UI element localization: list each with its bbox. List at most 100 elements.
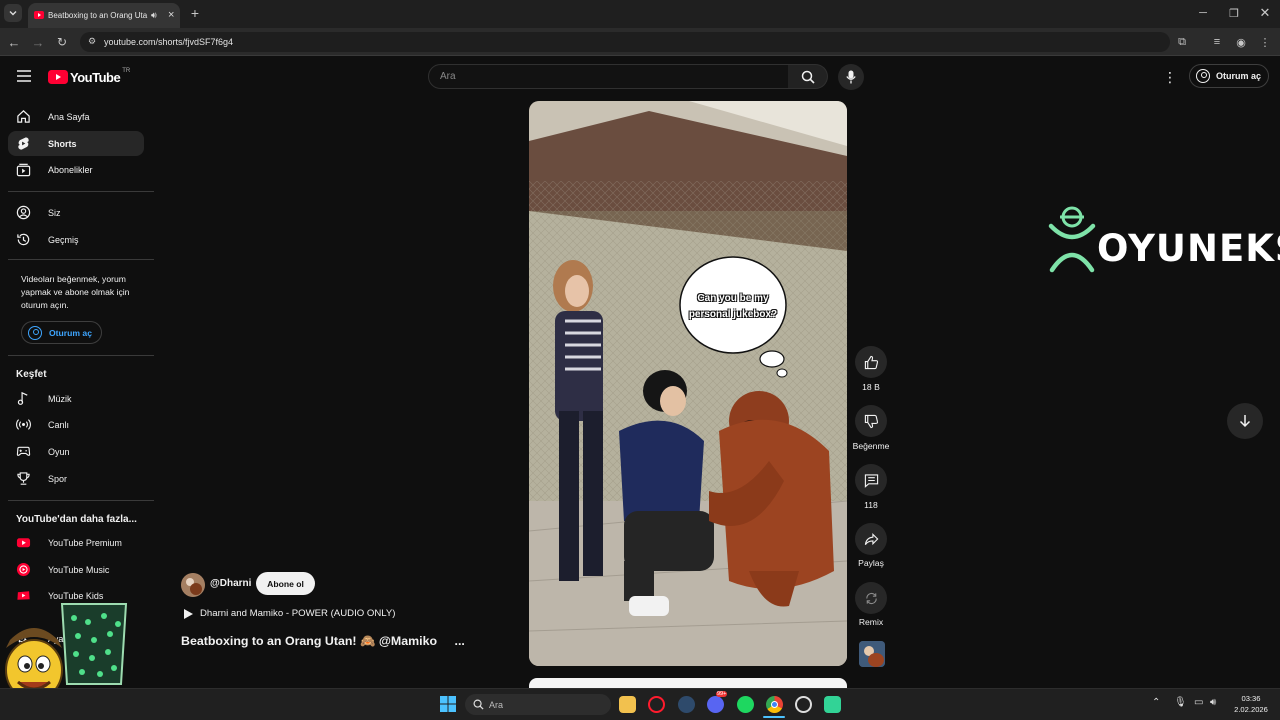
sidebar-signin-button[interactable]: Oturum aç [21, 321, 102, 344]
extensions-icon[interactable]: ⧉ [1172, 32, 1192, 52]
sidebar-item-gaming[interactable]: Oyun [8, 439, 144, 464]
file-explorer-icon[interactable] [619, 696, 636, 713]
share-button[interactable] [855, 523, 887, 555]
youtube-logo-icon [48, 70, 68, 84]
clock-time: 03:36 [1241, 694, 1261, 703]
forward-icon[interactable]: → [28, 32, 48, 52]
sidebar-item-youtube-premium[interactable]: YouTube Premium [8, 530, 144, 555]
microphone-tray-icon[interactable]: 🎙︎ [1174, 697, 1187, 708]
taskbar-search[interactable]: Ara [465, 694, 611, 715]
chrome-icon[interactable] [766, 696, 783, 713]
comments-button[interactable] [855, 464, 887, 496]
sidebar-divider [8, 500, 154, 501]
media-controls-icon[interactable]: ≡ [1207, 32, 1227, 52]
sidebar-item-label: Shorts [48, 138, 77, 149]
site-info-icon[interactable]: ⚙︎ [88, 36, 96, 47]
browser-tab-strip: Beatboxing to an Orang Uta 🔊︎ × + ─ ❐ ✕ [0, 0, 1280, 28]
sound-avatar-thumbnail[interactable] [859, 641, 885, 667]
signin-promo-text: Videoları beğenmek, yorum yapmak ve abon… [21, 274, 130, 310]
windows-start-icon[interactable] [440, 696, 456, 712]
sidebar-divider [8, 191, 154, 192]
sidebar-item-label: Müzik [48, 393, 72, 404]
short-title: Beatboxing to an Orang Utan! 🙈 @Mamiko .… [181, 634, 471, 649]
browser-tab-active[interactable]: Beatboxing to an Orang Uta 🔊︎ × [28, 3, 180, 28]
sidebar-item-label: Oyun [48, 446, 70, 457]
sidebar-item-music[interactable]: Müzik [8, 386, 144, 411]
sidebar-divider [8, 259, 154, 260]
new-tab-icon[interactable]: + [185, 3, 205, 23]
close-window-icon[interactable]: ✕ [1255, 3, 1275, 23]
active-app-indicator [763, 716, 785, 718]
clock-date: 2.02.2026 [1234, 705, 1268, 714]
display-tray-icon[interactable]: ▭ [1194, 697, 1203, 708]
audio-playing-icon[interactable]: 🔊︎ [151, 10, 157, 21]
sidebar-item-subscriptions[interactable]: Abonelikler [8, 157, 144, 182]
sidebar-item-history[interactable]: Geçmiş [8, 227, 144, 252]
sidebar-item-sports[interactable]: Spor [8, 466, 144, 491]
like-button[interactable] [855, 346, 887, 378]
explore-section-title: Keşfet [16, 369, 47, 380]
volume-icon[interactable]: 🔊︎ [1210, 697, 1216, 708]
restore-icon[interactable]: ❐ [1224, 3, 1244, 23]
address-bar[interactable]: ⚙︎ youtube.com/shorts/fjvdSF7f6g4 [80, 32, 1170, 52]
obs-icon[interactable] [795, 696, 812, 713]
spotify-icon[interactable] [737, 696, 754, 713]
taskbar-clock[interactable]: 03:36 2.02.2026 [1228, 693, 1274, 715]
subscriptions-icon [16, 163, 31, 177]
discord-icon[interactable]: 99+ [707, 691, 728, 713]
remix-button[interactable] [855, 582, 887, 614]
search-input[interactable]: Ara [428, 64, 790, 89]
profile-icon[interactable]: ◉ [1231, 32, 1251, 52]
windows-taskbar [0, 688, 1280, 720]
next-short-button[interactable] [1227, 403, 1263, 439]
opera-icon[interactable] [648, 696, 665, 713]
sidebar-item-home[interactable]: Ana Sayfa [8, 104, 144, 129]
audio-track-link[interactable]: Dharni and Mamiko - POWER (AUDIO ONLY) [184, 608, 395, 619]
hamburger-menu-icon[interactable] [14, 66, 34, 86]
browser-menu-icon[interactable]: ⋮ [1255, 32, 1275, 52]
chevron-up-icon[interactable]: ⌃ [1152, 697, 1160, 708]
comment-count: 118 [864, 500, 878, 510]
sidebar-item-live[interactable]: Canlı [8, 412, 144, 437]
chat-app-icon[interactable] [824, 696, 841, 713]
music-icon [17, 391, 28, 405]
channel-avatar[interactable] [181, 573, 205, 597]
signin-button[interactable]: Oturum aç [1189, 64, 1269, 88]
more-from-youtube-title: YouTube'dan daha fazla... [16, 514, 137, 525]
sidebar-item-shorts[interactable]: Shorts [8, 131, 144, 156]
tab-close-icon[interactable]: × [168, 9, 174, 21]
thumbs-down-icon [864, 414, 878, 428]
share-label: Paylaş [858, 558, 884, 568]
sidebar-item-youtube-music[interactable]: YouTube Music [8, 557, 144, 582]
tab-title: Beatboxing to an Orang Uta [48, 11, 148, 20]
voice-search-button[interactable] [838, 64, 864, 90]
sidebar-item-label: YouTube Music [48, 564, 110, 575]
minimize-icon[interactable]: ─ [1193, 3, 1213, 23]
remix-label: Remix [858, 617, 884, 627]
title-ellipsis[interactable]: ... [455, 634, 465, 648]
home-icon [17, 110, 30, 123]
back-icon[interactable]: ← [4, 32, 24, 52]
signin-label: Oturum aç [49, 327, 92, 338]
sidebar-divider [8, 355, 154, 356]
steam-icon[interactable] [678, 696, 695, 713]
watermark-text: OYUNEKS [1097, 227, 1280, 270]
tab-search-icon[interactable] [4, 4, 22, 22]
youtube-logo[interactable]: YouTube TR [48, 68, 130, 85]
share-icon [864, 532, 878, 545]
search-button[interactable] [788, 64, 828, 89]
subscribe-button[interactable]: Abone ol [256, 572, 315, 595]
dislike-button[interactable] [855, 405, 887, 437]
dislike-label: Beğenme [852, 441, 890, 451]
youtube-music-icon [16, 562, 31, 577]
sidebar-item-you[interactable]: Siz [8, 200, 144, 225]
reload-icon[interactable]: ↻ [52, 32, 72, 52]
sidebar-item-label: YouTube Kids [48, 590, 104, 601]
remix-icon [865, 592, 877, 604]
youtube-favicon-icon [34, 11, 44, 19]
search-icon [473, 699, 484, 710]
settings-menu-icon[interactable]: ⋮ [1160, 67, 1180, 87]
short-video-player[interactable]: Can you be my personal jukebox? [529, 101, 847, 666]
short-title-text: Beatboxing to an Orang Utan! 🙈 @Mamiko [181, 634, 438, 648]
channel-handle[interactable]: @Dharni [210, 578, 251, 589]
